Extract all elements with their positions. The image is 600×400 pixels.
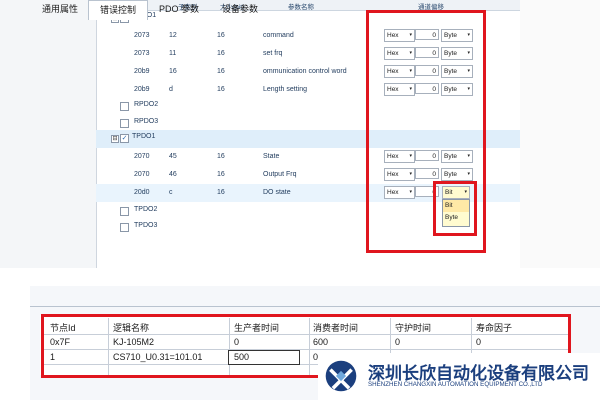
tpdo1-label: TPDO1 (132, 133, 156, 140)
tpdo1-checkbox[interactable]: ✓ (120, 134, 129, 143)
row-index: 20d0 (134, 189, 150, 196)
row-subindex: 46 (169, 171, 177, 178)
row-param-name: set frq (263, 50, 283, 57)
tab-device-params[interactable]: 设备参数 (212, 0, 268, 19)
row-param-name: State (263, 153, 280, 160)
row-index: 2070 (134, 171, 150, 178)
left-pane (0, 0, 96, 268)
logo-mark-icon (325, 360, 357, 392)
rpdo3-label: RPDO3 (134, 118, 159, 125)
tpdo3-label: TPDO3 (134, 222, 158, 229)
row-size: 16 (217, 189, 225, 196)
row-param-name: ommunication control word (263, 68, 347, 75)
row-index: 20b9 (134, 68, 150, 75)
rpdo3-checkbox[interactable] (120, 119, 129, 128)
tpdo3-checkbox[interactable] (120, 223, 129, 232)
logo-company-name-en: SHENZHEN CHANGXIN AUTOMATION EQUIPMENT C… (368, 381, 543, 388)
panel-right-area (520, 0, 600, 268)
row-index: 20b9 (134, 86, 150, 93)
row-subindex: c (169, 189, 173, 196)
tab-pdo-params[interactable]: PDO 参数 (150, 0, 208, 19)
row-subindex: 12 (169, 32, 177, 39)
tab-divider (30, 306, 600, 307)
tab-error-control[interactable]: 错误控制 (88, 0, 148, 20)
company-logo: 深圳长欣自动化设备有限公司 SHENZHEN CHANGXIN AUTOMATI… (318, 353, 600, 400)
row-param-name: DO state (263, 189, 291, 196)
row-param-name: Length setting (263, 86, 307, 93)
row-size: 16 (217, 153, 225, 160)
rpdo2-checkbox[interactable] (120, 102, 129, 111)
row-size: 16 (217, 171, 225, 178)
tpdo2-checkbox[interactable] (120, 207, 129, 216)
row-size: 16 (217, 68, 225, 75)
row-subindex: 11 (169, 50, 177, 57)
row-index: 2070 (134, 153, 150, 160)
highlight-box-dropdown (433, 181, 477, 236)
row-subindex: 45 (169, 153, 177, 160)
row-param-name: command (263, 32, 294, 39)
tpdo2-label: TPDO2 (134, 206, 158, 213)
row-size: 16 (217, 50, 225, 57)
row-index: 2073 (134, 50, 150, 57)
row-param-name: Output Frq (263, 171, 297, 178)
row-subindex: 16 (169, 68, 177, 75)
row-subindex: d (169, 86, 173, 93)
rpdo2-label: RPDO2 (134, 101, 159, 108)
tab-general[interactable]: 通用属性 (36, 0, 84, 19)
row-size: 16 (217, 32, 225, 39)
row-index: 2073 (134, 32, 150, 39)
collapse-icon[interactable]: ⊟ (111, 135, 119, 143)
row-size: 16 (217, 86, 225, 93)
